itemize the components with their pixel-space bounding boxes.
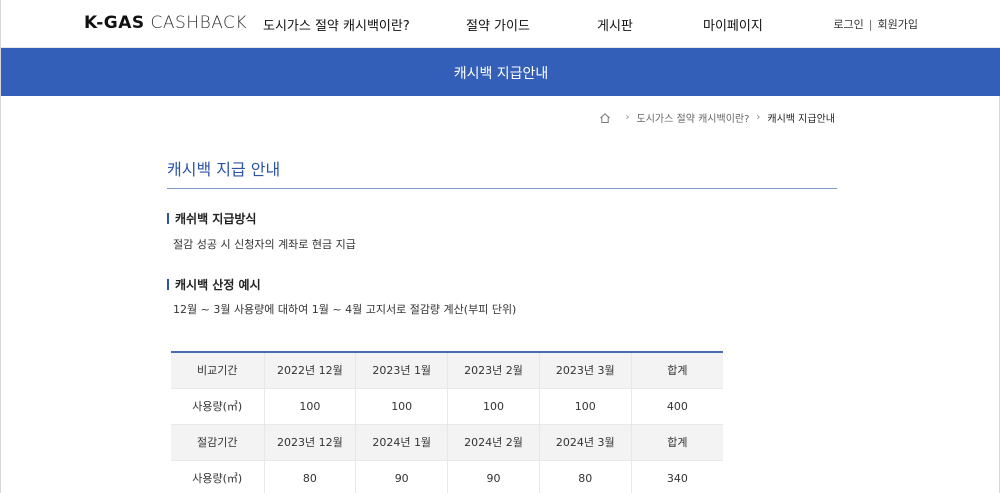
- signup-link[interactable]: 회원가입: [878, 18, 918, 31]
- breadcrumb-parent[interactable]: 도시가스 절약 캐시백이란?: [637, 110, 750, 125]
- table-cell: 340: [631, 460, 723, 493]
- window-frame: K-GAS CASHBACK 도시가스 절약 캐시백이란? 절약 가이드 게시판…: [0, 0, 1000, 493]
- table-cell: 비교기간: [171, 352, 265, 389]
- link-separator: |: [868, 18, 873, 31]
- table-cell: 2024년 3월: [539, 424, 632, 461]
- login-link[interactable]: 로그인: [833, 18, 863, 31]
- table-row: 사용량(㎥) 80 90 90 80 340: [171, 460, 723, 493]
- table-cell: 절감기간: [171, 424, 265, 461]
- chevron-right-icon: ›: [756, 112, 761, 123]
- section-text-payment-method: 절감 성공 시 신청자의 계좌로 현금 지급: [173, 238, 356, 251]
- table-cell: 80: [539, 460, 632, 493]
- nav-item-about[interactable]: 도시가스 절약 캐시백이란?: [263, 15, 410, 34]
- table-row: 비교기간 2022년 12월 2023년 1월 2023년 2월 2023년 3…: [171, 352, 723, 389]
- table-cell: 80: [264, 460, 357, 493]
- nav-item-guide[interactable]: 절약 가이드: [466, 15, 530, 34]
- table-cell: 100: [355, 388, 449, 425]
- cashback-calc-table: 비교기간 2022년 12월 2023년 1월 2023년 2월 2023년 3…: [171, 351, 723, 493]
- table-cell: 400: [631, 388, 723, 425]
- section-heading-calc-example: 캐시백 산정 예시: [167, 276, 261, 293]
- section-heading-text: 캐쉬백 지급방식: [175, 212, 257, 226]
- table-cell: 90: [447, 460, 540, 493]
- heading-marker: [167, 279, 169, 290]
- table-cell: 90: [355, 460, 449, 493]
- table-cell: 100: [264, 388, 357, 425]
- breadcrumb: › 도시가스 절약 캐시백이란? › 캐시백 지급안내: [599, 110, 835, 125]
- table-row: 절감기간 2023년 12월 2024년 1월 2024년 2월 2024년 3…: [171, 424, 723, 461]
- table-cell: 100: [539, 388, 632, 425]
- banner-title: 캐시백 지급안내: [453, 66, 549, 82]
- table-cell: 사용량(㎥): [171, 460, 265, 493]
- table-row: 사용량(㎥) 100 100 100 100 400: [171, 388, 723, 425]
- table-cell: 2024년 1월: [355, 424, 449, 461]
- table-cell: 2022년 12월: [264, 352, 357, 389]
- heading-marker: [167, 213, 169, 224]
- logo-light-text: CASHBACK: [150, 13, 248, 33]
- page-banner: 캐시백 지급안내: [1, 48, 1000, 96]
- table-cell: 100: [447, 388, 540, 425]
- breadcrumb-current: 캐시백 지급안내: [767, 114, 835, 125]
- table-cell: 2023년 1월: [355, 352, 449, 389]
- nav-item-board[interactable]: 게시판: [597, 15, 633, 34]
- page-title: 캐시백 지급 안내: [167, 160, 281, 179]
- table-cell: 2023년 2월: [447, 352, 540, 389]
- site-logo[interactable]: K-GAS CASHBACK: [84, 13, 247, 33]
- table-cell: 합계: [631, 424, 723, 461]
- table-cell: 2024년 2월: [447, 424, 540, 461]
- title-divider: [167, 188, 837, 189]
- user-links: 로그인 | 회원가입: [833, 16, 918, 32]
- table-cell: 2023년 3월: [539, 352, 632, 389]
- table-cell: 합계: [631, 352, 723, 389]
- logo-bold-text: K-GAS: [84, 13, 145, 33]
- table-cell: 2023년 12월: [264, 424, 357, 461]
- chevron-right-icon: ›: [625, 112, 630, 123]
- section-heading-payment-method: 캐쉬백 지급방식: [167, 210, 256, 227]
- nav-item-mypage[interactable]: 마이페이지: [703, 15, 763, 34]
- table-cell: 사용량(㎥): [171, 388, 265, 425]
- section-text-calc-example: 12월 ~ 3월 사용량에 대하여 1월 ~ 4월 고지서로 절감량 계산(부피…: [173, 303, 517, 316]
- site-header: K-GAS CASHBACK 도시가스 절약 캐시백이란? 절약 가이드 게시판…: [1, 0, 1000, 48]
- home-icon[interactable]: [599, 112, 611, 124]
- section-heading-text: 캐시백 산정 예시: [175, 278, 261, 292]
